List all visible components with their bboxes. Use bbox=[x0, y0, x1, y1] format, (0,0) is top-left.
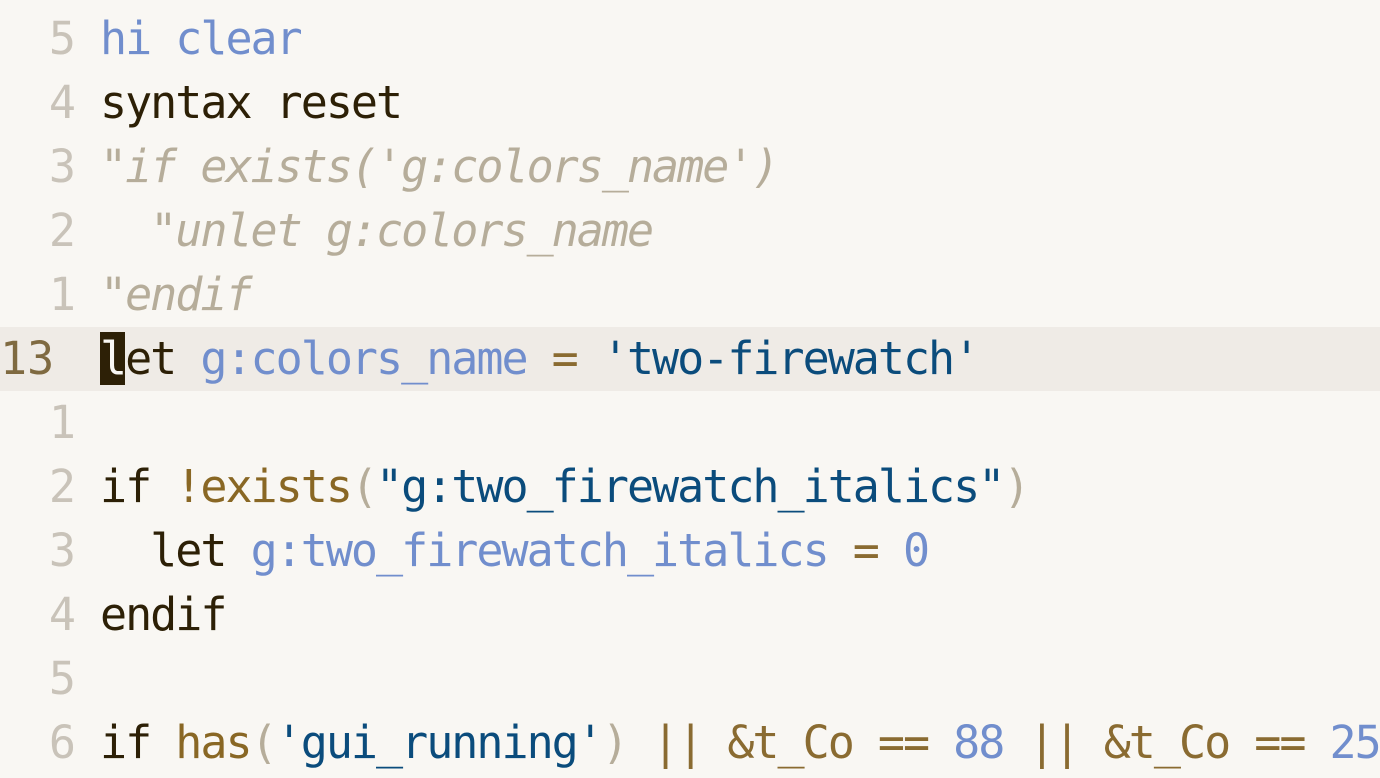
code-line[interactable]: 4 endif bbox=[0, 583, 1380, 647]
line-number: 4 bbox=[48, 588, 76, 641]
line-number: 1 bbox=[48, 268, 76, 321]
code-token: = bbox=[827, 524, 903, 577]
line-number: 3 bbox=[48, 140, 76, 193]
code-token: g:colors_name bbox=[200, 332, 528, 385]
code-line-current[interactable]: 13 let g:colors_name = 'two-firewatch' bbox=[0, 327, 1380, 391]
code-line[interactable]: 2 "unlet g:colors_name bbox=[0, 199, 1380, 263]
code-token: "unlet g:colors_name bbox=[100, 204, 654, 257]
line-number: 13 bbox=[0, 332, 55, 385]
line-number: 3 bbox=[48, 524, 76, 577]
code-token: if bbox=[100, 716, 176, 769]
code-token: !exists bbox=[175, 460, 353, 513]
line-code: if !exists("g:two_firewatch_italics") bbox=[100, 455, 1030, 519]
code-token: endif bbox=[100, 588, 227, 641]
code-token: et bbox=[125, 332, 201, 385]
code-token: let bbox=[100, 524, 251, 577]
code-token: 'gui_running' bbox=[275, 716, 604, 769]
code-token: ( bbox=[350, 460, 378, 513]
code-line[interactable]: 5 hi clear bbox=[0, 7, 1380, 71]
code-line[interactable]: 1 "endif bbox=[0, 263, 1380, 327]
code-line[interactable]: 4 syntax reset bbox=[0, 71, 1380, 135]
code-token: "endif bbox=[100, 268, 253, 321]
line-code: syntax reset bbox=[100, 71, 403, 135]
code-line[interactable]: 3 "if exists('g:colors_name') bbox=[0, 135, 1380, 199]
line-number: 5 bbox=[48, 652, 76, 705]
code-token: ) bbox=[601, 716, 653, 769]
code-token: || &t_Co == bbox=[1003, 716, 1330, 769]
code-editor[interactable]: 5 hi clear 4 syntax reset 3 "if exists('g:col… bbox=[0, 0, 1380, 778]
code-token: 0 bbox=[902, 524, 930, 577]
code-token: "g:two_firewatch_italics" bbox=[376, 460, 1005, 513]
code-token: if bbox=[100, 460, 176, 513]
code-line[interactable]: 3 let g:two_firewatch_italics = 0 bbox=[0, 519, 1380, 583]
code-token: ( bbox=[250, 716, 278, 769]
line-number: 6 bbox=[48, 716, 76, 769]
line-code: let g:two_firewatch_italics = 0 bbox=[100, 519, 930, 583]
code-token: 88 bbox=[953, 716, 1005, 769]
code-line[interactable]: 1 bbox=[0, 391, 1380, 455]
line-number: 2 bbox=[48, 204, 76, 257]
code-token: syntax reset bbox=[100, 76, 403, 129]
code-token: "if exists('g:colors_name') bbox=[100, 140, 779, 193]
line-number: 1 bbox=[48, 396, 76, 449]
text-cursor: l bbox=[100, 332, 127, 385]
code-token: 256 bbox=[1329, 716, 1380, 769]
line-code: if has('gui_running') || &t_Co == 88 || … bbox=[100, 711, 1380, 775]
code-token: 'two-firewatch' bbox=[601, 332, 980, 385]
line-code: "endif bbox=[100, 263, 253, 327]
line-number: 2 bbox=[48, 460, 76, 513]
code-token: has bbox=[175, 716, 252, 769]
line-code: "if exists('g:colors_name') bbox=[100, 135, 779, 199]
code-token: || &t_Co == bbox=[652, 716, 954, 769]
line-code: let g:colors_name = 'two-firewatch' bbox=[100, 327, 980, 391]
code-token: hi clear bbox=[100, 12, 303, 65]
code-token: ) bbox=[1003, 460, 1030, 513]
code-line[interactable]: 5 bbox=[0, 647, 1380, 711]
line-code: endif bbox=[100, 583, 227, 647]
code-line[interactable]: 2 if !exists("g:two_firewatch_italics") bbox=[0, 455, 1380, 519]
line-number: 4 bbox=[48, 76, 76, 129]
code-token: = bbox=[526, 332, 602, 385]
code-token: g:two_firewatch_italics bbox=[250, 524, 830, 577]
line-code: hi clear bbox=[100, 7, 303, 71]
line-number: 5 bbox=[48, 12, 76, 65]
line-code: "unlet g:colors_name bbox=[100, 199, 654, 263]
code-line[interactable]: 6 if has('gui_running') || &t_Co == 88 ||… bbox=[0, 711, 1380, 775]
